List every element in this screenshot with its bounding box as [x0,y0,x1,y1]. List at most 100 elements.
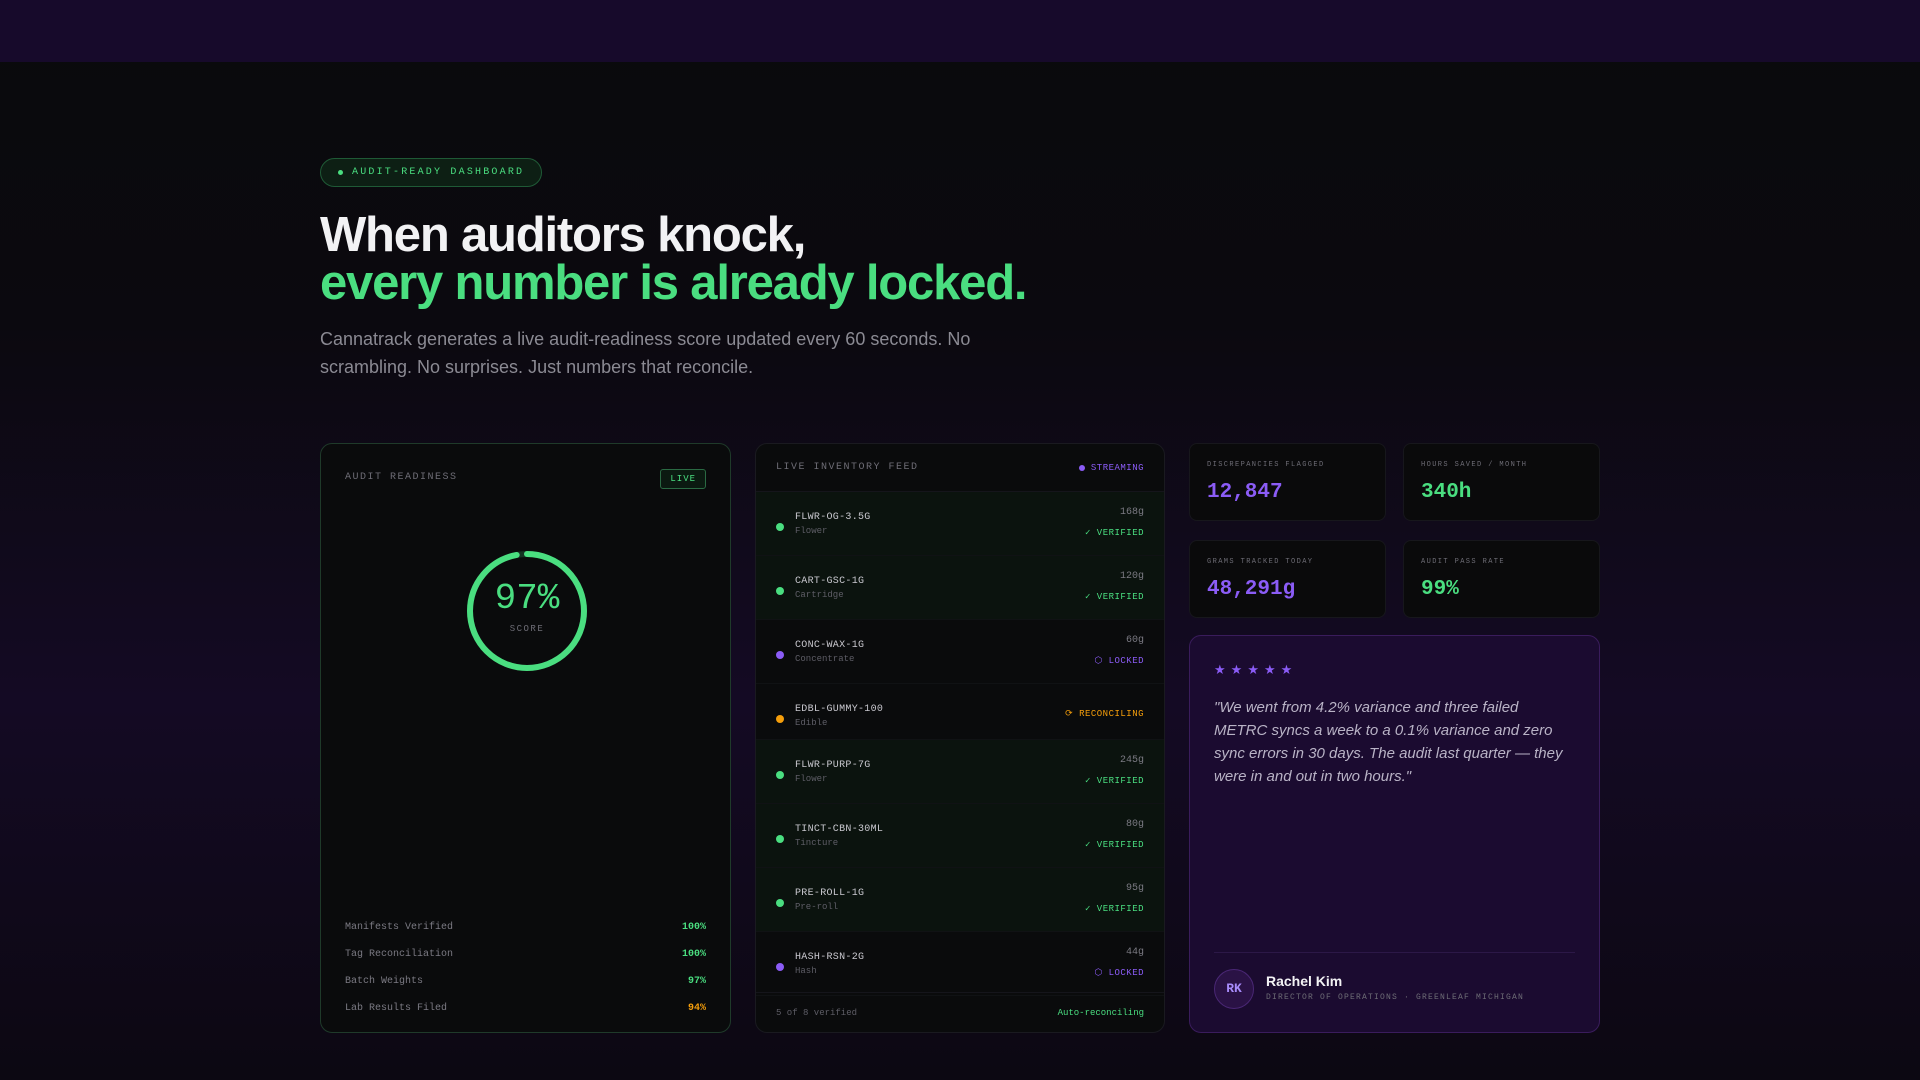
auto-reconciling-label: Auto-reconciling [1057,1007,1144,1018]
stat-discrepancies: DISCREPANCIES FLAGGED 12,847 [1189,443,1386,521]
avatar: RK [1214,969,1254,1009]
item-grams: 60g [1125,635,1144,646]
testimonial-card: ★ ★ ★ ★ ★ "We went from 4.2% variance and th… [1189,635,1600,1033]
metric-row: Manifests Verified 100% [345,914,706,941]
audit-readiness-card: AUDIT READINESS LIVE 97% SCORE Manifests… [320,443,731,1033]
item-status: ✓ VERIFIED [1084,904,1144,914]
item-grams: 168g [1119,507,1144,518]
item-sku: PRE-ROLL-1G [795,888,865,899]
item-status: ✓ VERIFIED [1084,840,1144,850]
item-grams: 120g [1119,571,1144,582]
stat-hours-saved: HOURS SAVED / MONTH 340h [1403,443,1600,521]
list-item[interactable]: EDBL-GUMMY-100 Edible ⟳ RECONCILING [756,684,1164,740]
metric-label: Manifests Verified [345,922,454,933]
item-sku: EDBL-GUMMY-100 [795,704,884,715]
hero-subtitle: Cannatrack generates a live audit-readin… [320,329,971,377]
item-grams: 95g [1125,883,1144,894]
item-sku: FLWR-OG-3.5G [795,512,871,523]
item-status: ✓ VERIFIED [1084,776,1144,786]
testimonial-quote: "We went from 4.2% variance and three fa… [1214,699,1563,785]
item-category: Pre-roll [795,902,839,912]
metric-value: 100% [681,949,706,960]
metric-row: Batch Weights 97% [345,968,706,995]
status-dot-icon [776,587,784,595]
metric-value: 100% [681,922,706,933]
metric-value: 97% [687,976,706,987]
hero-section: AUDIT-READY DASHBOARD When auditors knoc… [320,158,1080,381]
stat-value: 340h [1421,481,1472,504]
metric-label: Lab Results Filed [345,1003,448,1014]
metric-row: Lab Results Filed 94% [345,995,706,1022]
item-sku: HASH-RSN-2G [795,952,865,963]
item-sku: FLWR-PURP-7G [795,760,871,771]
metric-value: 94% [687,1003,706,1014]
author-name: Rachel Kim [1266,973,1343,989]
item-category: Concentrate [795,654,855,664]
item-sku: CONC-WAX-1G [795,640,865,651]
feed-footer: 5 of 8 verified Auto-reconciling [756,992,1164,1032]
item-category: Cartridge [795,590,844,600]
stat-grams-tracked: GRAMS TRACKED TODAY 48,291g [1189,540,1386,618]
item-status: ⬡ LOCKED [1094,656,1144,666]
item-status: ⟳ RECONCILING [1065,709,1144,719]
streaming-dot-icon [1078,464,1085,471]
verified-count: 5 of 8 verified [776,1007,858,1018]
stat-label: GRAMS TRACKED TODAY [1207,558,1314,566]
item-sku: CART-GSC-1G [795,576,865,587]
list-item[interactable]: FLWR-OG-3.5G Flower 168g ✓ VERIFIED [756,492,1164,556]
item-status: ⬡ LOCKED [1094,968,1144,978]
item-category: Flower [795,774,828,784]
list-item[interactable]: TINCT-CBN-30ML Tincture 80g ✓ VERIFIED [756,804,1164,868]
stat-label: DISCREPANCIES FLAGGED [1207,461,1325,469]
audit-ready-badge: AUDIT-READY DASHBOARD [320,158,543,187]
star-icon: ★ [1214,662,1226,677]
score-label: SCORE [509,624,545,634]
list-item[interactable]: HASH-RSN-2G Hash 44g ⬡ LOCKED [756,932,1164,996]
star-icon: ★ [1280,662,1293,677]
feed-header: LIVE INVENTORY FEED STREAMING [756,444,1164,492]
item-category: Edible [795,718,828,728]
audit-card-title: AUDIT READINESS [345,472,458,483]
status-dot-icon [776,651,784,659]
status-dot-icon [776,523,784,531]
live-badge: LIVE [660,469,706,489]
list-item[interactable]: PRE-ROLL-1G Pre-roll 95g ✓ VERIFIED [756,868,1164,932]
star-rating: ★ ★ ★ ★ ★ [1214,662,1292,678]
star-icon: ★ [1263,662,1276,677]
star-icon: ★ [1247,662,1259,677]
hero-headline: When auditors knock, every number is alr… [320,208,1080,310]
feed-title: LIVE INVENTORY FEED [776,462,919,473]
item-status: ✓ VERIFIED [1084,528,1144,538]
feed-list: FLWR-OG-3.5G Flower 168g ✓ VERIFIED CART-GSC… [756,492,1164,996]
headline-line-1: When auditors knock, [320,208,806,262]
status-dot-icon [776,899,784,907]
stat-audit-pass-rate: AUDIT PASS RATE 99% [1403,540,1600,618]
stat-label: AUDIT PASS RATE [1421,558,1506,566]
stat-value: 99% [1421,578,1459,601]
item-status: ✓ VERIFIED [1084,592,1144,602]
readiness-metrics: Manifests Verified 100% Tag Reconciliation… [345,914,706,1022]
status-dot-icon [776,715,784,723]
divider [1214,952,1575,953]
headline-line-2: every number is already locked. [320,256,1028,310]
badge-label: AUDIT-READY DASHBOARD [352,167,525,178]
inventory-feed-card: LIVE INVENTORY FEED STREAMING FLWR-OG-3.… [755,443,1165,1033]
streaming-label: STREAMING [1090,462,1144,473]
status-dot-icon [338,170,343,175]
list-item[interactable]: CONC-WAX-1G Concentrate 60g ⬡ LOCKED [756,620,1164,684]
list-item[interactable]: FLWR-PURP-7G Flower 245g ✓ VERIFIED [756,740,1164,804]
status-dot-icon [776,835,784,843]
stat-value: 12,847 [1207,481,1283,504]
metric-row: Tag Reconciliation 100% [345,941,706,968]
item-grams: 245g [1119,755,1144,766]
streaming-indicator: STREAMING [1078,462,1144,473]
metric-label: Tag Reconciliation [345,949,454,960]
stat-label: HOURS SAVED / MONTH [1421,461,1528,469]
item-category: Hash [795,966,817,976]
metric-label: Batch Weights [345,976,424,987]
item-grams: 80g [1125,819,1144,830]
list-item[interactable]: CART-GSC-1G Cartridge 120g ✓ VERIFIED [756,556,1164,620]
status-dot-icon [776,963,784,971]
star-icon: ★ [1230,662,1243,677]
item-grams: 44g [1125,947,1144,958]
